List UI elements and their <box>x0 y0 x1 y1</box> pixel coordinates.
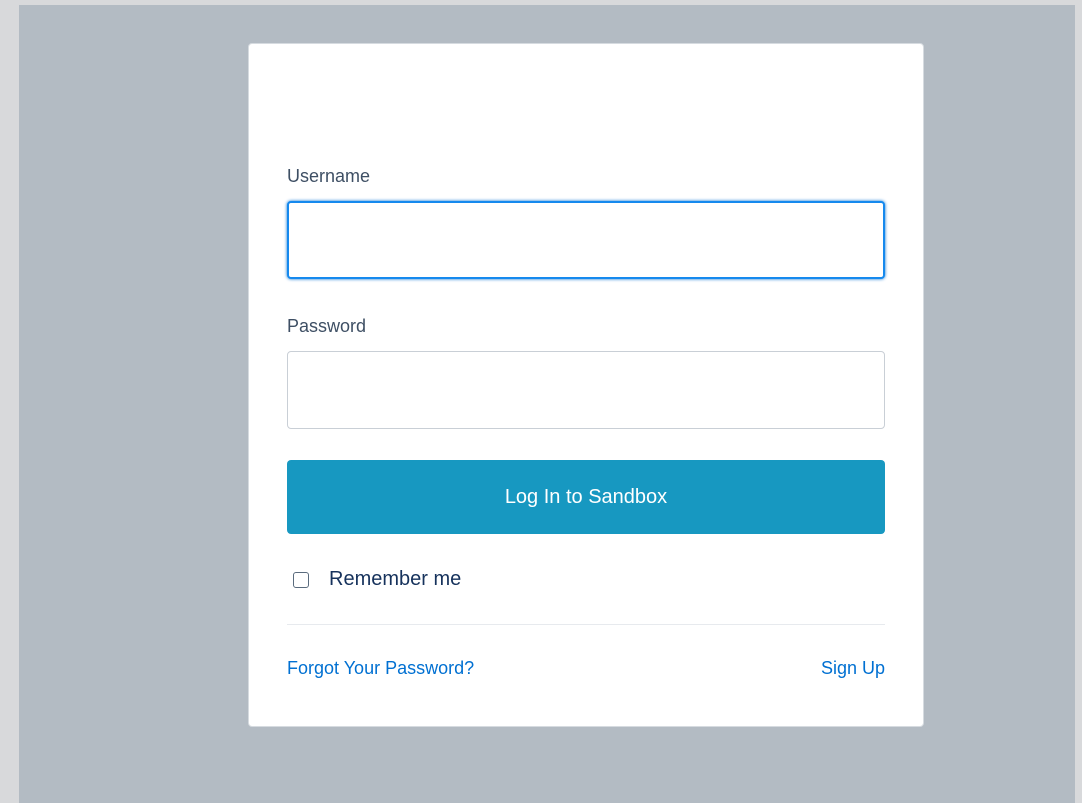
login-button[interactable]: Log In to Sandbox <box>287 460 885 534</box>
page-background: Username Password Log In to Sandbox Reme… <box>19 5 1075 803</box>
remember-me-label: Remember me <box>329 568 462 590</box>
forgot-password-link[interactable]: Forgot Your Password? <box>287 658 474 679</box>
password-input[interactable] <box>287 351 885 429</box>
username-label: Username <box>287 166 371 186</box>
username-input[interactable] <box>287 201 885 279</box>
divider <box>287 624 885 625</box>
remember-me-option[interactable]: Remember me <box>293 568 461 591</box>
password-label: Password <box>287 316 367 336</box>
login-card: Username Password Log In to Sandbox Reme… <box>248 43 924 727</box>
sign-up-link[interactable]: Sign Up <box>821 658 885 679</box>
remember-me-checkbox[interactable] <box>293 571 309 588</box>
